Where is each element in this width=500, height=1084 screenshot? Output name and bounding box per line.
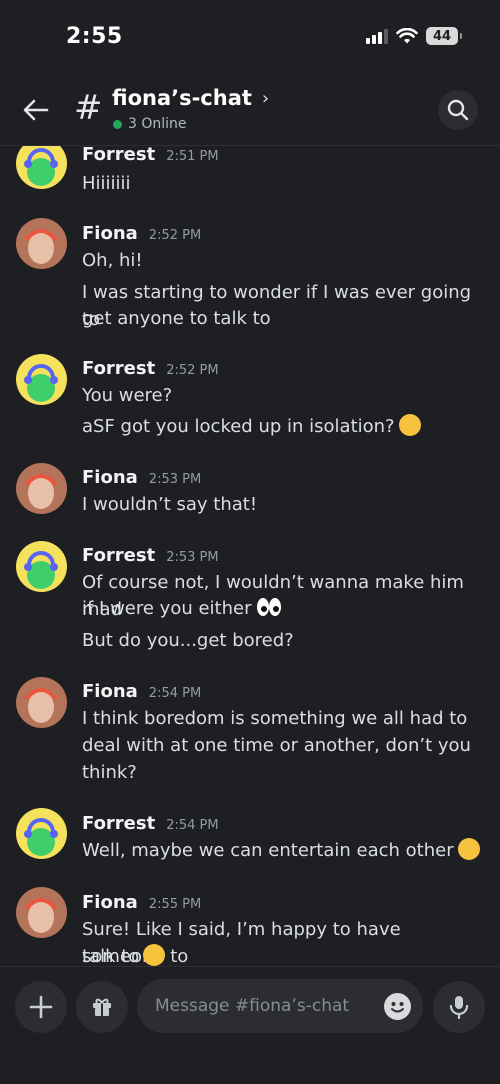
message-list[interactable]: Forrest 2:51 PM Hiiiiiii Fiona 2:52 PM O… xyxy=(0,146,500,966)
message-text: I wouldn’t say that! xyxy=(82,494,258,515)
search-button[interactable] xyxy=(438,90,478,130)
message-text: But do you...get bored? xyxy=(82,630,294,651)
message-author[interactable]: Fiona xyxy=(82,892,138,913)
message-meta: Fiona 2:54 PM xyxy=(82,681,201,702)
avatar-forrest[interactable] xyxy=(16,808,67,859)
status-icons: 44 xyxy=(366,27,462,45)
message-author[interactable]: Forrest xyxy=(82,358,155,379)
message-author[interactable]: Fiona xyxy=(82,681,138,702)
message-text: talk to xyxy=(82,943,487,966)
message-text: aSF got you locked up in isolation? xyxy=(82,413,487,440)
avatar-fiona[interactable] xyxy=(16,218,67,269)
zany-face-emoji-icon xyxy=(398,414,421,436)
message-meta: Forrest 2:53 PM xyxy=(82,545,219,566)
add-attachment-button[interactable] xyxy=(15,981,67,1033)
back-arrow-icon xyxy=(23,99,49,121)
message-text: think? xyxy=(82,762,137,783)
wifi-icon xyxy=(396,27,418,43)
channel-header: # fiona’s-chat › 3 Online xyxy=(0,76,500,146)
message-text: Hiiiiiii xyxy=(82,173,131,194)
avatar-fiona[interactable] xyxy=(16,887,67,938)
message-timestamp: 2:55 PM xyxy=(148,897,202,912)
gift-icon xyxy=(93,998,111,1016)
plus-icon xyxy=(29,995,53,1019)
online-dot-icon xyxy=(113,119,122,129)
message-timestamp: 2:52 PM xyxy=(166,363,219,378)
emoji-picker-button[interactable] xyxy=(384,993,411,1020)
message-meta: Forrest 2:52 PM xyxy=(82,358,219,379)
chevron-right-icon: › xyxy=(261,87,270,109)
eyes-emoji-icon xyxy=(256,596,282,618)
avatar-forrest[interactable] xyxy=(16,354,67,405)
message-timestamp: 2:51 PM xyxy=(166,149,219,164)
message-meta: Fiona 2:53 PM xyxy=(82,467,201,488)
gift-button[interactable] xyxy=(76,981,128,1033)
message-text: if I were you either xyxy=(82,595,487,622)
search-icon xyxy=(447,99,469,121)
hash-icon: # xyxy=(74,88,103,128)
message-text: deal with at one time or another, don’t … xyxy=(82,735,471,756)
message-author[interactable]: Forrest xyxy=(82,146,155,165)
message-meta: Forrest 2:51 PM xyxy=(82,146,219,165)
message-text: You were? xyxy=(82,385,173,406)
message-timestamp: 2:53 PM xyxy=(148,472,202,487)
message-meta: Fiona 2:52 PM xyxy=(82,223,201,244)
battery-icon: 44 xyxy=(426,27,462,45)
message-text: I think boredom is something we all had … xyxy=(82,708,468,729)
cellular-signal-icon xyxy=(366,28,388,44)
voice-message-button[interactable] xyxy=(433,981,485,1033)
message-text: get anyone to talk to xyxy=(82,308,271,329)
avatar-forrest[interactable] xyxy=(16,146,67,189)
message-text: Oh, hi! xyxy=(82,250,143,271)
message-input[interactable] xyxy=(137,979,423,1033)
avatar-forrest[interactable] xyxy=(16,541,67,592)
avatar-fiona[interactable] xyxy=(16,677,67,728)
microphone-icon xyxy=(449,996,469,1020)
message-composer xyxy=(0,966,500,1084)
message-author[interactable]: Fiona xyxy=(82,467,138,488)
online-status: 3 Online xyxy=(113,116,187,132)
message-timestamp: 2:54 PM xyxy=(148,686,202,701)
message-meta: Forrest 2:54 PM xyxy=(82,813,219,834)
message-author[interactable]: Forrest xyxy=(82,545,155,566)
avatar-fiona[interactable] xyxy=(16,463,67,514)
emoji-icon xyxy=(391,1002,404,1013)
status-bar: 2:55 44 xyxy=(0,0,500,76)
smiling-face-emoji-icon xyxy=(143,944,166,966)
channel-title-button[interactable]: fiona’s-chat › xyxy=(112,86,269,110)
winking-face-emoji-icon xyxy=(457,838,480,860)
online-count: 3 Online xyxy=(128,116,187,132)
status-time: 2:55 xyxy=(66,24,123,49)
message-timestamp: 2:52 PM xyxy=(148,228,202,243)
message-meta: Fiona 2:55 PM xyxy=(82,892,201,913)
message-text: Well, maybe we can entertain each other xyxy=(82,837,487,864)
message-author[interactable]: Fiona xyxy=(82,223,138,244)
back-button[interactable] xyxy=(20,94,52,126)
message-timestamp: 2:54 PM xyxy=(166,818,219,833)
channel-name: fiona’s-chat xyxy=(112,86,252,110)
message-timestamp: 2:53 PM xyxy=(166,550,219,565)
message-author[interactable]: Forrest xyxy=(82,813,155,834)
